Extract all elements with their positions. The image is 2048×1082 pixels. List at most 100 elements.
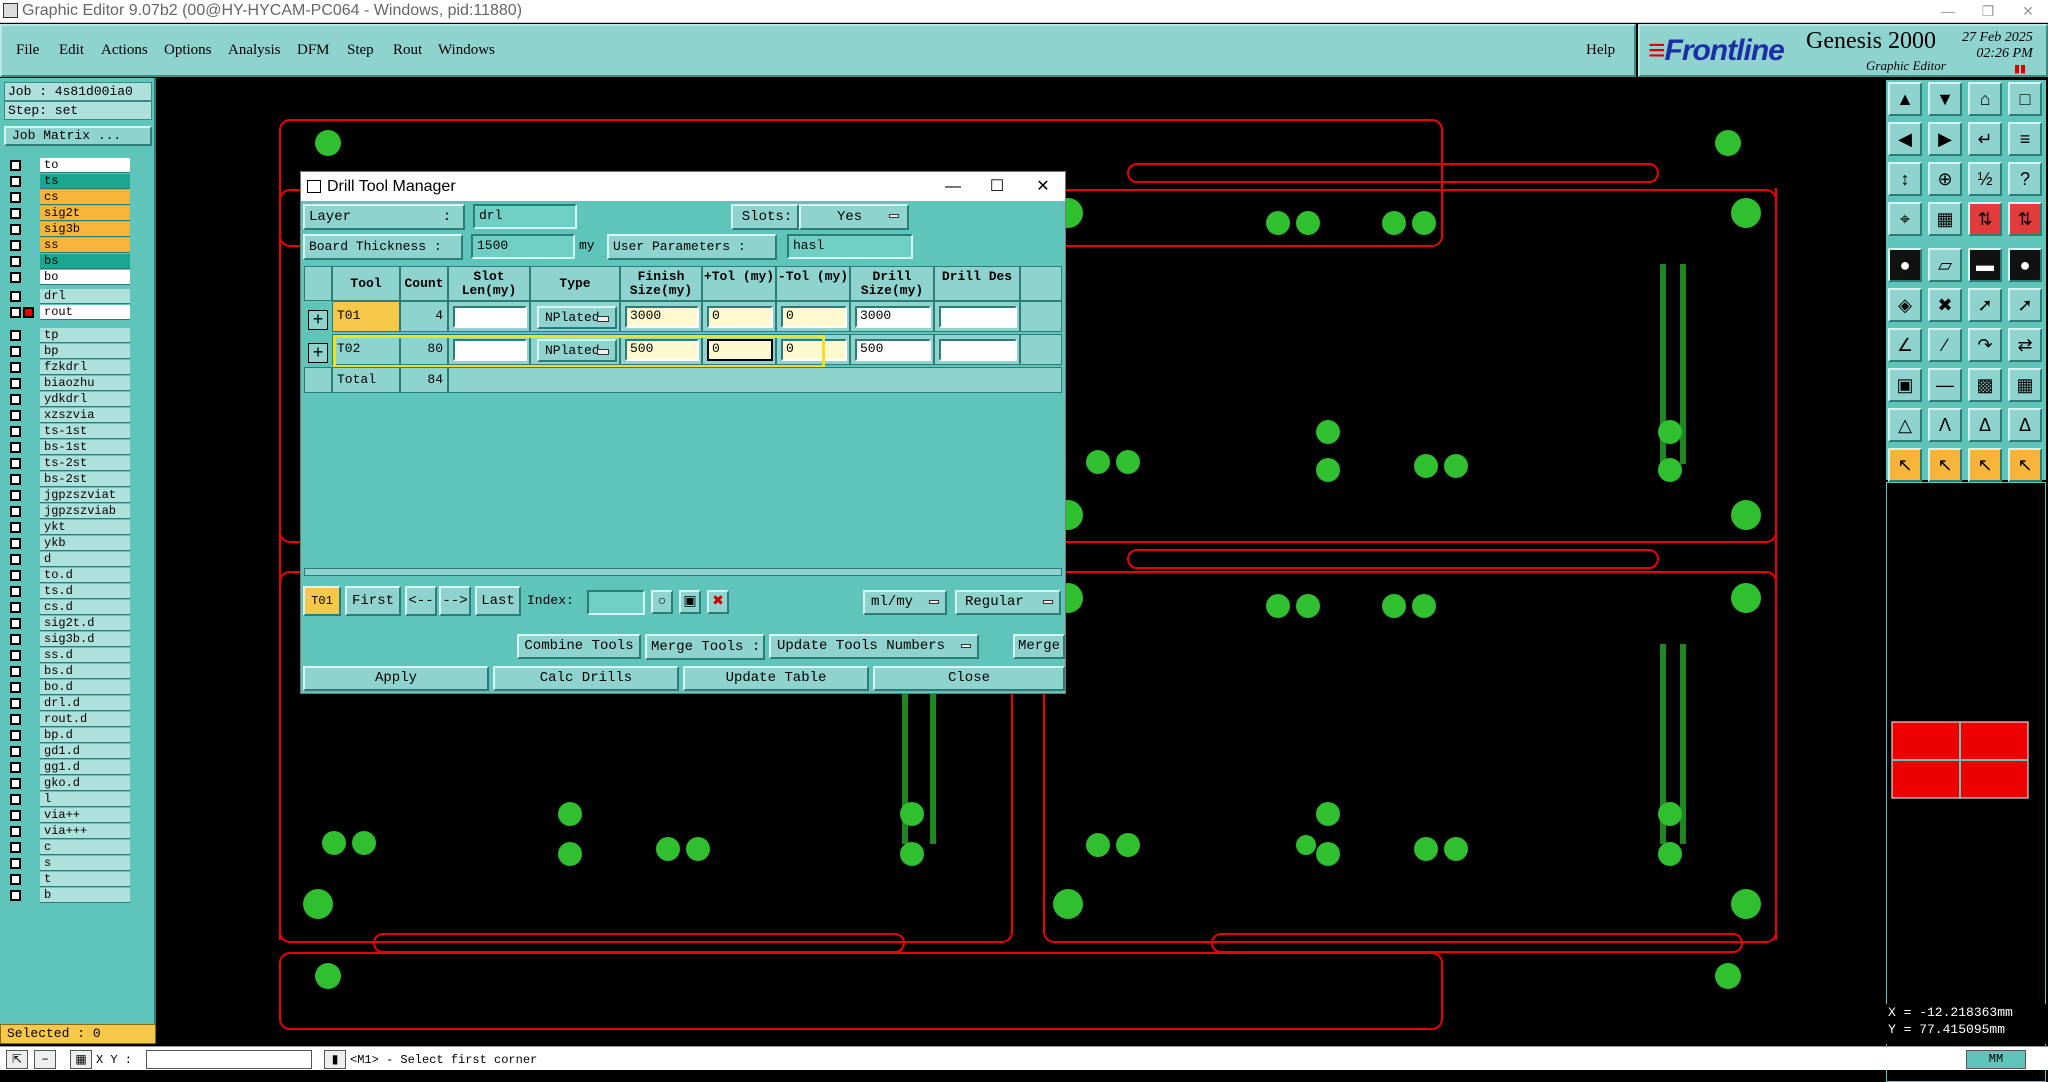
layer-row[interactable]: bp.d <box>6 728 130 744</box>
save-table-icon[interactable]: ▣ <box>679 590 701 614</box>
connect-icon[interactable]: ◈ <box>1888 288 1922 322</box>
row2-drill-input[interactable]: 500 <box>855 339 931 361</box>
layer-row[interactable]: ykt <box>6 520 130 536</box>
layer-name[interactable]: bs <box>40 254 130 269</box>
horizontal-scrollbar[interactable] <box>304 568 1062 576</box>
menu-windows[interactable]: Windows <box>438 42 495 59</box>
redo-icon[interactable]: ▶ <box>1928 122 1962 156</box>
menu-step[interactable]: Step <box>347 42 374 59</box>
layer-name[interactable]: bp.d <box>40 728 130 743</box>
layer-visibility-checkbox[interactable] <box>10 426 21 437</box>
layer-row[interactable]: rout <box>6 305 130 321</box>
expand-row-icon[interactable]: + <box>308 310 328 330</box>
calc-drills-button[interactable]: Calc Drills <box>493 666 679 691</box>
layer-name[interactable]: b <box>40 888 130 903</box>
measure-icon[interactable]: ⌖ <box>1888 202 1922 236</box>
pan-icon[interactable]: ⇱ <box>6 1050 28 1069</box>
layer-name[interactable]: drl.d <box>40 696 130 711</box>
grid-toggle-icon[interactable]: ▦ <box>70 1050 92 1069</box>
units-indicator[interactable]: MM <box>1966 1050 2026 1069</box>
last-button[interactable]: Last <box>475 586 521 616</box>
layer-name[interactable]: xzszvia <box>40 408 130 423</box>
expand-row-icon[interactable]: + <box>308 343 328 363</box>
layer-row[interactable]: b <box>6 888 130 904</box>
layer-row[interactable]: to <box>6 158 130 174</box>
xy-input[interactable] <box>146 1050 312 1069</box>
apply-button[interactable]: Apply <box>303 666 489 691</box>
layer-visibility-checkbox[interactable] <box>10 554 21 565</box>
dialog-close-icon[interactable]: ✕ <box>1021 172 1065 201</box>
layer-row[interactable]: t <box>6 872 130 888</box>
layer-visibility-checkbox[interactable] <box>10 618 21 629</box>
layer-name[interactable]: l <box>40 792 130 807</box>
layer-visibility-checkbox[interactable] <box>10 778 21 789</box>
layer-visibility-checkbox[interactable] <box>10 858 21 869</box>
panel-minimap[interactable] <box>1890 718 2030 804</box>
row2-des-input[interactable] <box>939 339 1017 361</box>
close-icon[interactable]: ✕ <box>2008 0 2048 22</box>
layer-name[interactable]: ss <box>40 238 130 253</box>
select4-icon[interactable]: ↖ <box>2008 448 2042 482</box>
layer-row[interactable]: ydkdrl <box>6 392 130 408</box>
layer-visibility-checkbox[interactable] <box>10 570 21 581</box>
layer-name[interactable]: cs.d <box>40 600 130 615</box>
layer-name[interactable]: c <box>40 840 130 855</box>
layer-visibility-checkbox[interactable] <box>10 394 21 405</box>
layer-name[interactable]: drl <box>40 289 130 304</box>
layer-name[interactable]: sig2t <box>40 206 130 221</box>
menu-rout[interactable]: Rout <box>393 42 422 59</box>
layer-visibility-checkbox[interactable] <box>10 810 21 821</box>
arc-icon[interactable]: ↷ <box>1968 328 2002 362</box>
layer-name[interactable]: sig3b <box>40 222 130 237</box>
layer-visibility-checkbox[interactable] <box>10 346 21 357</box>
layer-name[interactable]: sig3b.d <box>40 632 130 647</box>
layer-visibility-checkbox[interactable] <box>10 650 21 661</box>
job-matrix-button[interactable]: Job Matrix ... <box>4 126 152 146</box>
layer-name[interactable]: via+++ <box>40 824 130 839</box>
bulb-icon[interactable]: ○ <box>651 590 673 614</box>
layer-name[interactable]: to.d <box>40 568 130 583</box>
layer-name[interactable]: jgpzszviat <box>40 488 130 503</box>
layer-name[interactable]: tp <box>40 328 130 343</box>
index-field[interactable] <box>587 590 645 615</box>
home-icon[interactable]: ⌂ <box>1968 82 2002 116</box>
layer-name[interactable]: biaozhu <box>40 376 130 391</box>
layer-name[interactable]: bs-2st <box>40 472 130 487</box>
layer-name[interactable]: rout <box>40 305 130 320</box>
layer-name[interactable]: sig2t.d <box>40 616 130 631</box>
layer-visibility-checkbox[interactable] <box>10 240 21 251</box>
layer-visibility-checkbox[interactable] <box>10 474 21 485</box>
layer-row[interactable]: bp <box>6 344 130 360</box>
flip-icon[interactable]: ⇄ <box>2008 328 2042 362</box>
layer-name[interactable]: cs <box>40 190 130 205</box>
layer-row[interactable]: sig2t <box>6 206 130 222</box>
menu-edit[interactable]: Edit <box>59 42 84 59</box>
row1-slot-input[interactable] <box>453 306 527 328</box>
layer-row[interactable]: bs <box>6 254 130 270</box>
layer-visibility-checkbox[interactable] <box>10 307 21 318</box>
layer-row[interactable]: s <box>6 856 130 872</box>
layer-visibility-checkbox[interactable] <box>10 256 21 267</box>
layer-visibility-checkbox[interactable] <box>10 291 21 302</box>
layer-name[interactable]: bp <box>40 344 130 359</box>
layer-name[interactable]: to <box>40 158 130 173</box>
angle-icon[interactable]: ∠ <box>1888 328 1922 362</box>
layer-visibility-checkbox[interactable] <box>10 842 21 853</box>
layer-row[interactable]: jgpzszviat <box>6 488 130 504</box>
triangle-icon[interactable]: △ <box>1888 408 1922 442</box>
layer-visibility-checkbox[interactable] <box>10 762 21 773</box>
delete-icon[interactable]: ✖ <box>707 590 729 614</box>
layer-visibility-checkbox[interactable] <box>10 442 21 453</box>
menu-options[interactable]: Options <box>164 42 212 59</box>
mode-dropdown[interactable]: Regular <box>955 590 1061 615</box>
layer-row[interactable]: biaozhu <box>6 376 130 392</box>
layer-row[interactable]: ts-2st <box>6 456 130 472</box>
layer-visibility-checkbox[interactable] <box>10 458 21 469</box>
row1-type-dropdown[interactable]: NPlated <box>537 306 617 329</box>
layer-name[interactable]: gg1.d <box>40 760 130 775</box>
layer-name[interactable]: bo <box>40 270 130 285</box>
menu-analysis[interactable]: Analysis <box>228 42 281 59</box>
layer-name[interactable]: bo.d <box>40 680 130 695</box>
undo-icon[interactable]: ◀ <box>1888 122 1922 156</box>
layer-row[interactable]: ykb <box>6 536 130 552</box>
